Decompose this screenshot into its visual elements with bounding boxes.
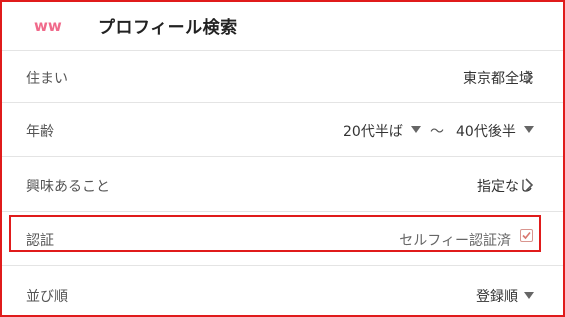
age-range-separator: 〜	[430, 124, 444, 140]
checkmark-icon	[522, 231, 531, 240]
interest-label: 興味あること	[26, 179, 110, 195]
age-label: 年齢	[26, 124, 54, 140]
verification-value: セルフィー認証済	[399, 233, 511, 249]
page-title: プロフィール検索	[98, 18, 238, 38]
logo-text: ww	[34, 17, 62, 35]
profile-search-panel: ww プロフィール検索 住まい 東京都全域 年齢 20代半ば 〜 40代後半 興…	[0, 0, 565, 317]
sort-label: 並び順	[26, 289, 68, 305]
sort-value[interactable]: 登録順	[476, 286, 518, 306]
age-row: 年齢 20代半ば 〜 40代後半	[2, 103, 563, 157]
residence-label: 住まい	[26, 71, 68, 87]
chevron-right-icon[interactable]	[524, 70, 535, 84]
interest-row[interactable]: 興味あること 指定なし	[2, 157, 563, 212]
sort-triangle-down-icon[interactable]	[523, 291, 535, 301]
sort-row[interactable]: 並び順 登録順	[2, 266, 563, 315]
verification-label: 認証	[26, 233, 54, 249]
age-min-triangle-down-icon[interactable]	[410, 125, 422, 135]
age-max-triangle-down-icon[interactable]	[523, 125, 535, 135]
app-logo: ww	[34, 17, 62, 35]
age-min-select[interactable]: 20代半ば	[343, 121, 403, 141]
age-max-select[interactable]: 40代後半	[456, 121, 516, 141]
header: ww プロフィール検索	[2, 2, 563, 51]
residence-row[interactable]: 住まい 東京都全域	[2, 50, 563, 103]
residence-value[interactable]: 東京都全域	[463, 68, 533, 88]
verification-row[interactable]: 認証 セルフィー認証済	[2, 212, 563, 266]
selfie-verified-checkbox[interactable]	[520, 229, 533, 242]
chevron-right-icon[interactable]	[524, 178, 535, 192]
